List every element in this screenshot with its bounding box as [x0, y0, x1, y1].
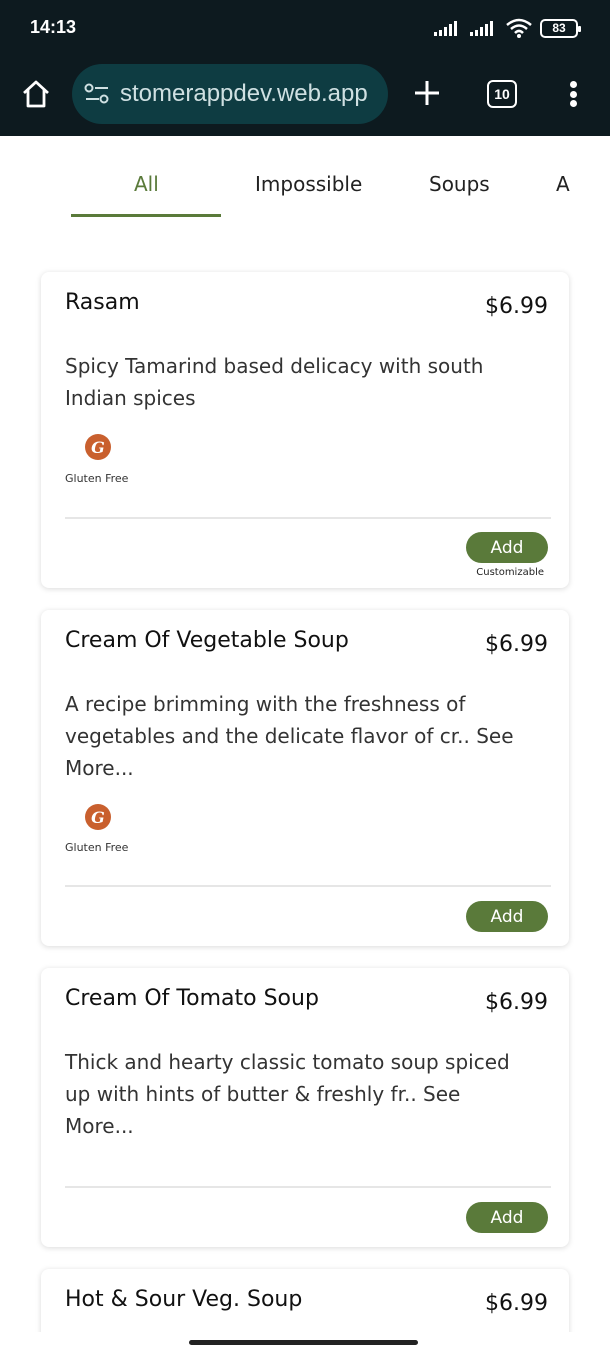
wifi-icon [506, 18, 532, 38]
menu-item-card[interactable]: Hot & Sour Veg. Soup $6.99 [41, 1269, 569, 1332]
divider [65, 1186, 551, 1188]
browser-toolbar: stomerappdev.web.app 10 [0, 56, 610, 136]
battery-icon: 83 [540, 18, 581, 38]
tab-all[interactable]: All [134, 172, 159, 196]
tab-switcher-button[interactable]: 10 [487, 80, 517, 108]
add-button[interactable]: Add [466, 901, 548, 932]
diet-label: Gluten Free [65, 841, 129, 854]
item-description[interactable]: A recipe brimming with the freshness of … [65, 688, 525, 784]
navigation-bar [0, 1332, 610, 1356]
signal-icon-2 [470, 21, 493, 36]
status-time: 14:13 [30, 17, 77, 37]
status-bar: 14:13 83 [0, 0, 610, 56]
menu-item-card[interactable]: Cream Of Vegetable Soup $6.99 A recipe b… [41, 610, 569, 946]
category-tabs: All Impossible Soups A [0, 136, 610, 226]
active-tab-indicator [71, 214, 221, 217]
item-title: Rasam [65, 290, 140, 315]
item-price: $6.99 [485, 1291, 548, 1316]
item-price: $6.99 [485, 294, 548, 319]
gluten-free-icon: G [85, 804, 111, 830]
home-icon[interactable] [20, 78, 52, 110]
item-description: Spicy Tamarind based delicacy with south… [65, 354, 484, 410]
url-text[interactable]: stomerappdev.web.app [120, 80, 368, 108]
menu-item-card[interactable]: Cream Of Tomato Soup $6.99 Thick and hea… [41, 968, 569, 1247]
item-title: Cream Of Vegetable Soup [65, 628, 349, 653]
tab-next-category[interactable]: A [556, 172, 570, 196]
gesture-handle[interactable] [189, 1340, 418, 1345]
item-title: Cream Of Tomato Soup [65, 986, 319, 1011]
item-price: $6.99 [485, 632, 548, 657]
status-icons: 83 [434, 18, 581, 38]
item-price: $6.99 [485, 990, 548, 1015]
menu-page: All Impossible Soups A Rasam $6.99 Spicy… [0, 136, 610, 1332]
url-bar[interactable]: stomerappdev.web.app [72, 64, 388, 124]
divider [65, 517, 551, 519]
add-button[interactable]: Add [466, 532, 548, 563]
more-menu-icon[interactable] [562, 78, 584, 110]
menu-item-card[interactable]: Rasam $6.99 Spicy Tamarind based delicac… [41, 272, 569, 588]
item-title: Hot & Sour Veg. Soup [65, 1287, 303, 1312]
site-settings-icon[interactable] [84, 83, 110, 105]
customizable-label: Customizable [476, 567, 544, 578]
divider [65, 885, 551, 887]
tab-impossible[interactable]: Impossible [255, 172, 362, 196]
item-description[interactable]: Thick and hearty classic tomato soup spi… [65, 1046, 525, 1142]
gluten-free-icon: G [85, 434, 111, 460]
new-tab-icon[interactable] [410, 76, 444, 110]
diet-label: Gluten Free [65, 472, 129, 485]
tab-soups[interactable]: Soups [429, 172, 490, 196]
signal-icon [434, 21, 457, 36]
add-button[interactable]: Add [466, 1202, 548, 1233]
